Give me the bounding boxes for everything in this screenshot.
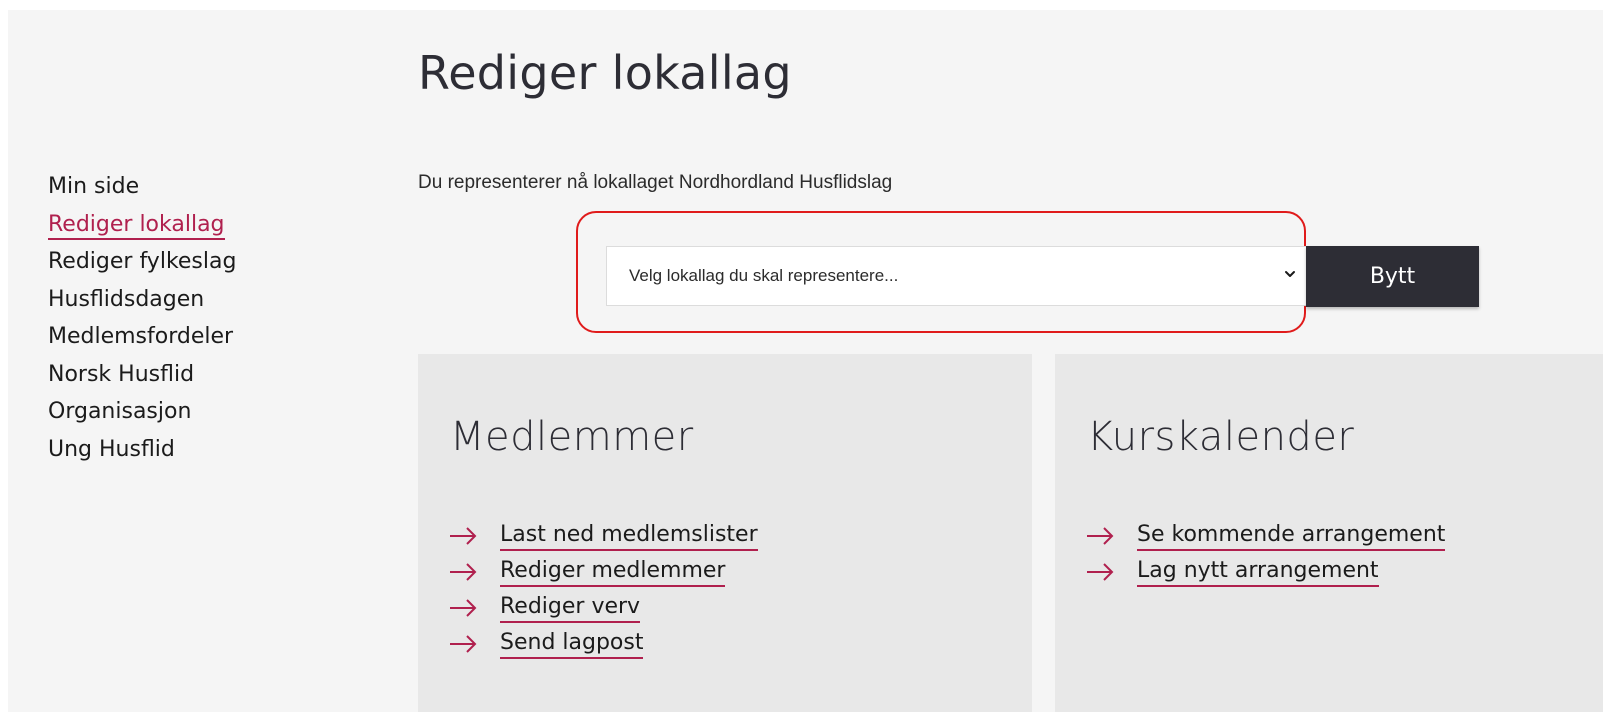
sidebar-item-organisasjon[interactable]: Organisasjon xyxy=(48,393,236,431)
representation-info: Du representerer nå lokallaget Nordhordl… xyxy=(418,172,893,193)
sidebar-item-label: Norsk Husflid xyxy=(48,361,195,387)
arrow-right-icon xyxy=(450,635,477,653)
page-title: Rediger lokallag xyxy=(418,46,792,100)
members-card: Medlemmer Last ned medlemslister Rediger… xyxy=(418,354,1032,712)
list-item: Rediger verv xyxy=(448,590,758,626)
sidebar-item-label: Medlemsfordeler xyxy=(48,324,234,349)
list-item: Send lagpost xyxy=(448,626,758,662)
edit-roles-link[interactable]: Rediger verv xyxy=(500,594,641,623)
bytt-button[interactable]: Bytt xyxy=(1306,246,1479,307)
members-card-title: Medlemmer xyxy=(450,414,694,460)
chevron-down-icon xyxy=(1285,271,1295,277)
list-item: Se kommende arrangement xyxy=(1085,518,1446,554)
download-member-lists-link[interactable]: Last ned medlemslister xyxy=(500,522,758,551)
course-calendar-card: Kurskalender Se kommende arrangement Lag… xyxy=(1055,354,1603,712)
sidebar-item-label: Ung Husflid xyxy=(48,436,175,462)
members-links: Last ned medlemslister Rediger medlemmer… xyxy=(448,518,758,662)
arrow-right-icon xyxy=(1087,563,1114,581)
arrow-right-icon xyxy=(450,599,477,617)
sidebar-item-rediger-fylkeslag[interactable]: Rediger fylkeslag xyxy=(48,243,236,281)
arrow-right-icon xyxy=(450,563,477,581)
sidebar-item-husflidsdagen[interactable]: Husflidsdagen xyxy=(48,281,236,319)
sidebar-item-medlemsfordeler[interactable]: Medlemsfordeler xyxy=(48,318,236,356)
list-item: Rediger medlemmer xyxy=(448,554,758,590)
page-container: Rediger lokallag Min side Rediger lokall… xyxy=(8,10,1603,712)
sidebar-item-label: Husflidsdagen xyxy=(48,286,205,312)
sidebar-item-label: Organisasjon xyxy=(48,399,192,424)
course-calendar-links: Se kommende arrangement Lag nytt arrange… xyxy=(1085,518,1446,590)
edit-members-link[interactable]: Rediger medlemmer xyxy=(500,558,726,587)
send-team-mail-link[interactable]: Send lagpost xyxy=(500,630,644,659)
sidebar-item-norsk-husflid[interactable]: Norsk Husflid xyxy=(48,356,236,394)
sidebar-item-label: Rediger fylkeslag xyxy=(48,249,237,274)
list-item: Lag nytt arrangement xyxy=(1085,554,1445,590)
lokallag-select-value: Velg lokallag du skal representere... xyxy=(629,266,899,285)
course-calendar-card-title: Kurskalender xyxy=(1087,414,1355,460)
arrow-right-icon xyxy=(450,527,477,545)
sidebar-item-ung-husflid[interactable]: Ung Husflid xyxy=(48,431,236,469)
sidebar-item-rediger-lokallag[interactable]: Rediger lokallag xyxy=(48,206,236,244)
upcoming-events-link[interactable]: Se kommende arrangement xyxy=(1137,522,1446,551)
sidebar-item-label: Rediger lokallag xyxy=(48,211,225,240)
new-event-link[interactable]: Lag nytt arrangement xyxy=(1137,558,1379,587)
list-item: Last ned medlemslister xyxy=(448,518,758,554)
lokallag-select[interactable]: Velg lokallag du skal representere... xyxy=(606,246,1308,306)
sidebar-item-min-side[interactable]: Min side xyxy=(48,168,236,206)
arrow-right-icon xyxy=(1087,527,1114,545)
sidebar-item-label: Min side xyxy=(48,174,140,199)
sidebar-nav: Min side Rediger lokallag Rediger fylkes… xyxy=(48,168,236,468)
